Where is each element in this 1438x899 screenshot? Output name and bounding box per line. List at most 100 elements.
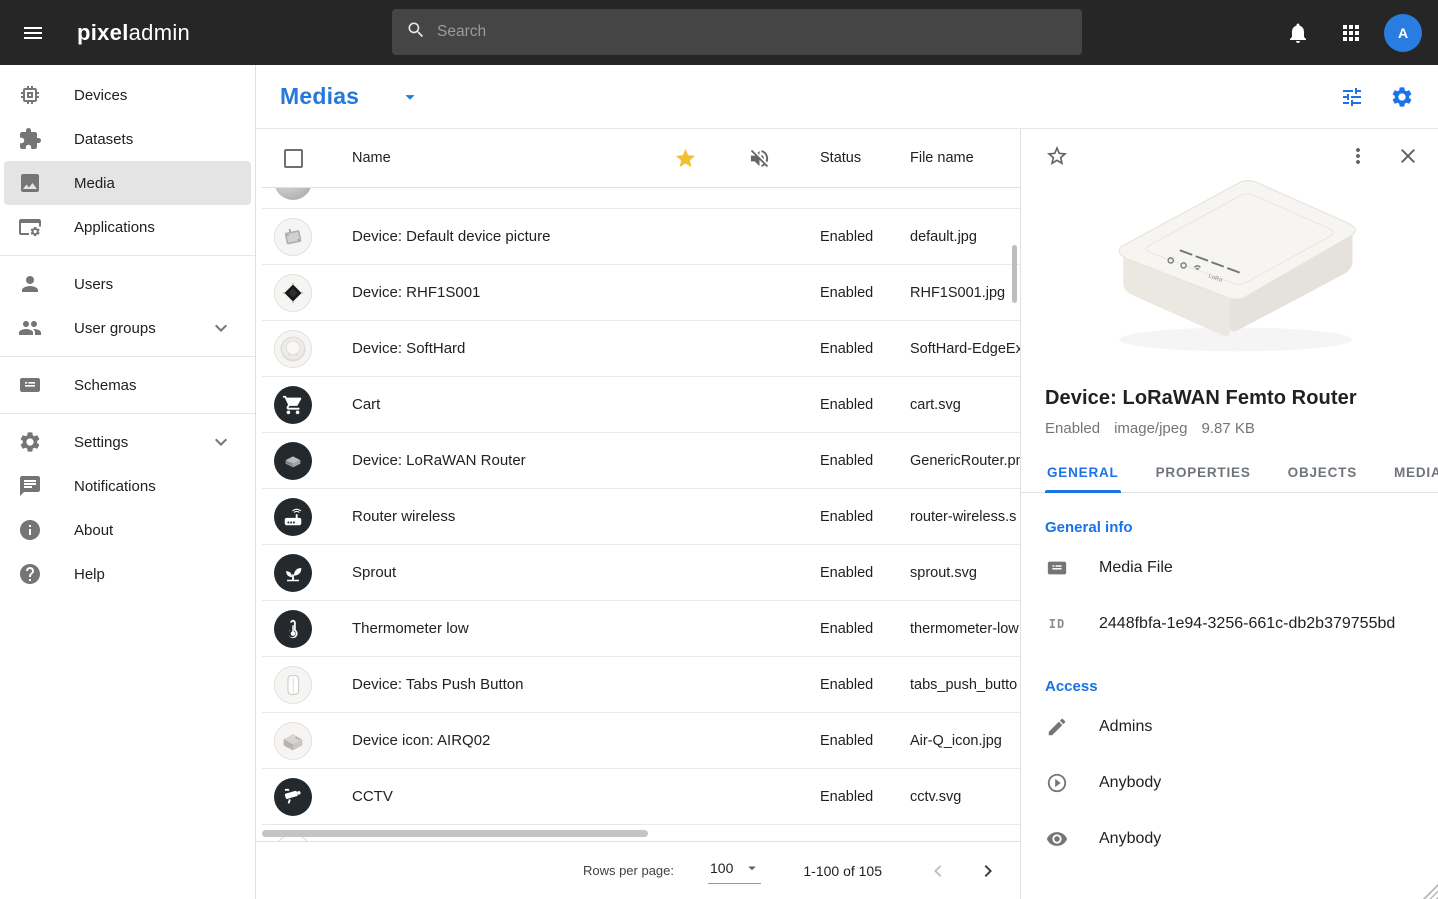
row-name: Device: LoRaWAN Router	[324, 452, 648, 469]
table-row[interactable]: Sprout Enabled sprout.svg	[262, 545, 1020, 601]
chevron-down-icon	[209, 316, 233, 340]
page-title-dropdown[interactable]: Medias	[280, 83, 421, 110]
brand-logo: pixeladmin	[77, 20, 190, 46]
sidebar-item-schemas[interactable]: Schemas	[4, 363, 251, 407]
previous-page-chevron-icon[interactable]	[926, 859, 950, 883]
filter-tune-icon[interactable]	[1340, 85, 1364, 109]
favorite-star-icon[interactable]	[674, 147, 697, 170]
tab-objects[interactable]: OBJECTS	[1286, 455, 1359, 492]
row-status: Enabled	[796, 285, 910, 301]
row-thumbnail photo-chip-thumbnail	[274, 274, 312, 312]
page-title: Medias	[280, 83, 359, 110]
horizontal-scrollbar[interactable]	[262, 830, 648, 837]
sidebar-item-about[interactable]: About	[4, 508, 251, 552]
chevron-down-icon	[209, 430, 233, 454]
sidebar-item-user-groups[interactable]: User groups	[4, 306, 251, 350]
sidebar-item-label: Notifications	[74, 478, 156, 495]
sidebar-item-users[interactable]: Users	[4, 262, 251, 306]
avatar[interactable]: A	[1384, 14, 1422, 52]
sidebar-item-datasets[interactable]: Datasets	[4, 117, 251, 161]
next-page-chevron-icon[interactable]	[976, 859, 1000, 883]
row-filename: default.jpg	[910, 229, 1020, 245]
apps-grid-icon[interactable]	[1331, 13, 1371, 53]
status-badge: Enabled	[1045, 420, 1100, 437]
row-status: Enabled	[796, 733, 910, 749]
table-row[interactable]: Cart Enabled cart.svg	[262, 377, 1020, 433]
sidebar-item-label: Users	[74, 276, 113, 293]
search-input[interactable]	[437, 23, 1068, 41]
row-name: Device: Tabs Push Button	[324, 676, 648, 693]
sidebar-item-settings[interactable]: Settings	[4, 420, 251, 464]
sidebar-item-label: Settings	[74, 434, 128, 451]
caret-down-icon	[743, 859, 761, 877]
topbar-actions: A	[1278, 0, 1422, 65]
table-row[interactable]: Thermometer low Enabled thermometer-low	[262, 601, 1020, 657]
gear-icon	[18, 430, 42, 454]
tab-properties[interactable]: PROPERTIES	[1154, 455, 1253, 492]
table-row[interactable]: Router wireless Enabled router-wireless.…	[262, 489, 1020, 545]
mime-type: image/jpeg	[1114, 420, 1187, 437]
row-thumbnail sprout-icon-thumbnail	[274, 554, 312, 592]
table-row[interactable]: CCTV Enabled cctv.svg	[262, 769, 1020, 825]
sidebar-item-label: Datasets	[74, 131, 133, 148]
row-thumbnail cart-icon-thumbnail	[274, 386, 312, 424]
panel-resize-handle[interactable]	[1422, 883, 1438, 899]
row-thumbnail photo-device-box-thumbnail	[274, 218, 312, 256]
row-thumbnail photo-sphere-thumbnail	[274, 188, 312, 200]
section-heading: General info	[1045, 519, 1414, 536]
row-filename: cart.svg	[910, 397, 1020, 413]
table-row[interactable]: Device: SoftHard Enabled SoftHard-EdgeEx	[262, 321, 1020, 377]
sidebar-item-label: About	[74, 522, 113, 539]
row-status: Enabled	[796, 621, 910, 637]
row-status: Enabled	[796, 565, 910, 581]
row-thumbnail thermometer-icon-thumbnail	[274, 610, 312, 648]
notifications-bell-icon[interactable]	[1278, 13, 1318, 53]
panel-item-text: Anybody	[1099, 774, 1161, 792]
table-row[interactable]: Device: Default device picture Enabled d…	[262, 209, 1020, 265]
table-header-row: Name Status File name	[262, 129, 1020, 188]
settings-gear-icon[interactable]	[1390, 85, 1414, 109]
message-icon	[18, 474, 42, 498]
person-icon	[18, 272, 42, 296]
search-bar[interactable]	[392, 9, 1082, 55]
tab-medias[interactable]: MEDIAS	[1392, 455, 1438, 492]
row-filename: cctv.svg	[910, 789, 1020, 805]
section-heading: Access	[1045, 678, 1414, 695]
pencil-icon	[1045, 715, 1069, 739]
table-row[interactable]: Device: RHF1S001 Enabled RHF1S001.jpg	[262, 265, 1020, 321]
row-name: Device: Default device picture	[324, 228, 648, 245]
select-all-checkbox[interactable]	[284, 149, 303, 168]
menu-icon[interactable]	[13, 13, 53, 53]
vertical-scrollbar[interactable]	[1012, 245, 1017, 303]
sidebar-item-label: Media	[74, 175, 115, 192]
panel-item-text: Anybody	[1099, 830, 1161, 848]
row-name: Router wireless	[324, 508, 648, 525]
sidebar-item-applications[interactable]: Applications	[4, 205, 251, 249]
panel-section-general-info: General info Media File ID 2448fbfa-1e94…	[1021, 519, 1438, 652]
favorite-star-outline-icon[interactable]	[1045, 144, 1069, 168]
panel-item: Media File	[1045, 540, 1414, 596]
close-icon[interactable]	[1396, 144, 1420, 168]
more-options-dots-icon[interactable]	[1346, 144, 1370, 168]
table-row[interactable]: Device: LoRaWAN Router Enabled GenericRo…	[262, 433, 1020, 489]
sidebar-item-media[interactable]: Media	[4, 161, 251, 205]
pagination-range: 1-100 of 105	[803, 863, 882, 879]
rows-per-page-select[interactable]: 100	[708, 857, 761, 884]
people-icon	[18, 316, 42, 340]
row-name: Device icon: AIRQ02	[324, 732, 648, 749]
table-row[interactable]	[262, 188, 1020, 209]
tab-general[interactable]: GENERAL	[1045, 455, 1121, 492]
sidebar-item-notifications[interactable]: Notifications	[4, 464, 251, 508]
sidebar-item-devices[interactable]: Devices	[4, 73, 251, 117]
table-row[interactable]: Device: Tabs Push Button Enabled tabs_pu…	[262, 657, 1020, 713]
volume-off-icon[interactable]	[748, 147, 771, 170]
row-filename: GenericRouter.pn	[910, 453, 1020, 469]
row-filename: sprout.svg	[910, 565, 1020, 581]
sidebar-item-label: User groups	[74, 320, 156, 337]
row-status: Enabled	[796, 677, 910, 693]
sidebar-item-label: Schemas	[74, 377, 137, 394]
chip-icon	[18, 83, 42, 107]
table-row[interactable]: Device icon: AIRQ02 Enabled Air-Q_icon.j…	[262, 713, 1020, 769]
sidebar-item-help[interactable]: Help	[4, 552, 251, 596]
pagination-bar: Rows per page: 100 1-100 of 105	[256, 841, 1020, 899]
